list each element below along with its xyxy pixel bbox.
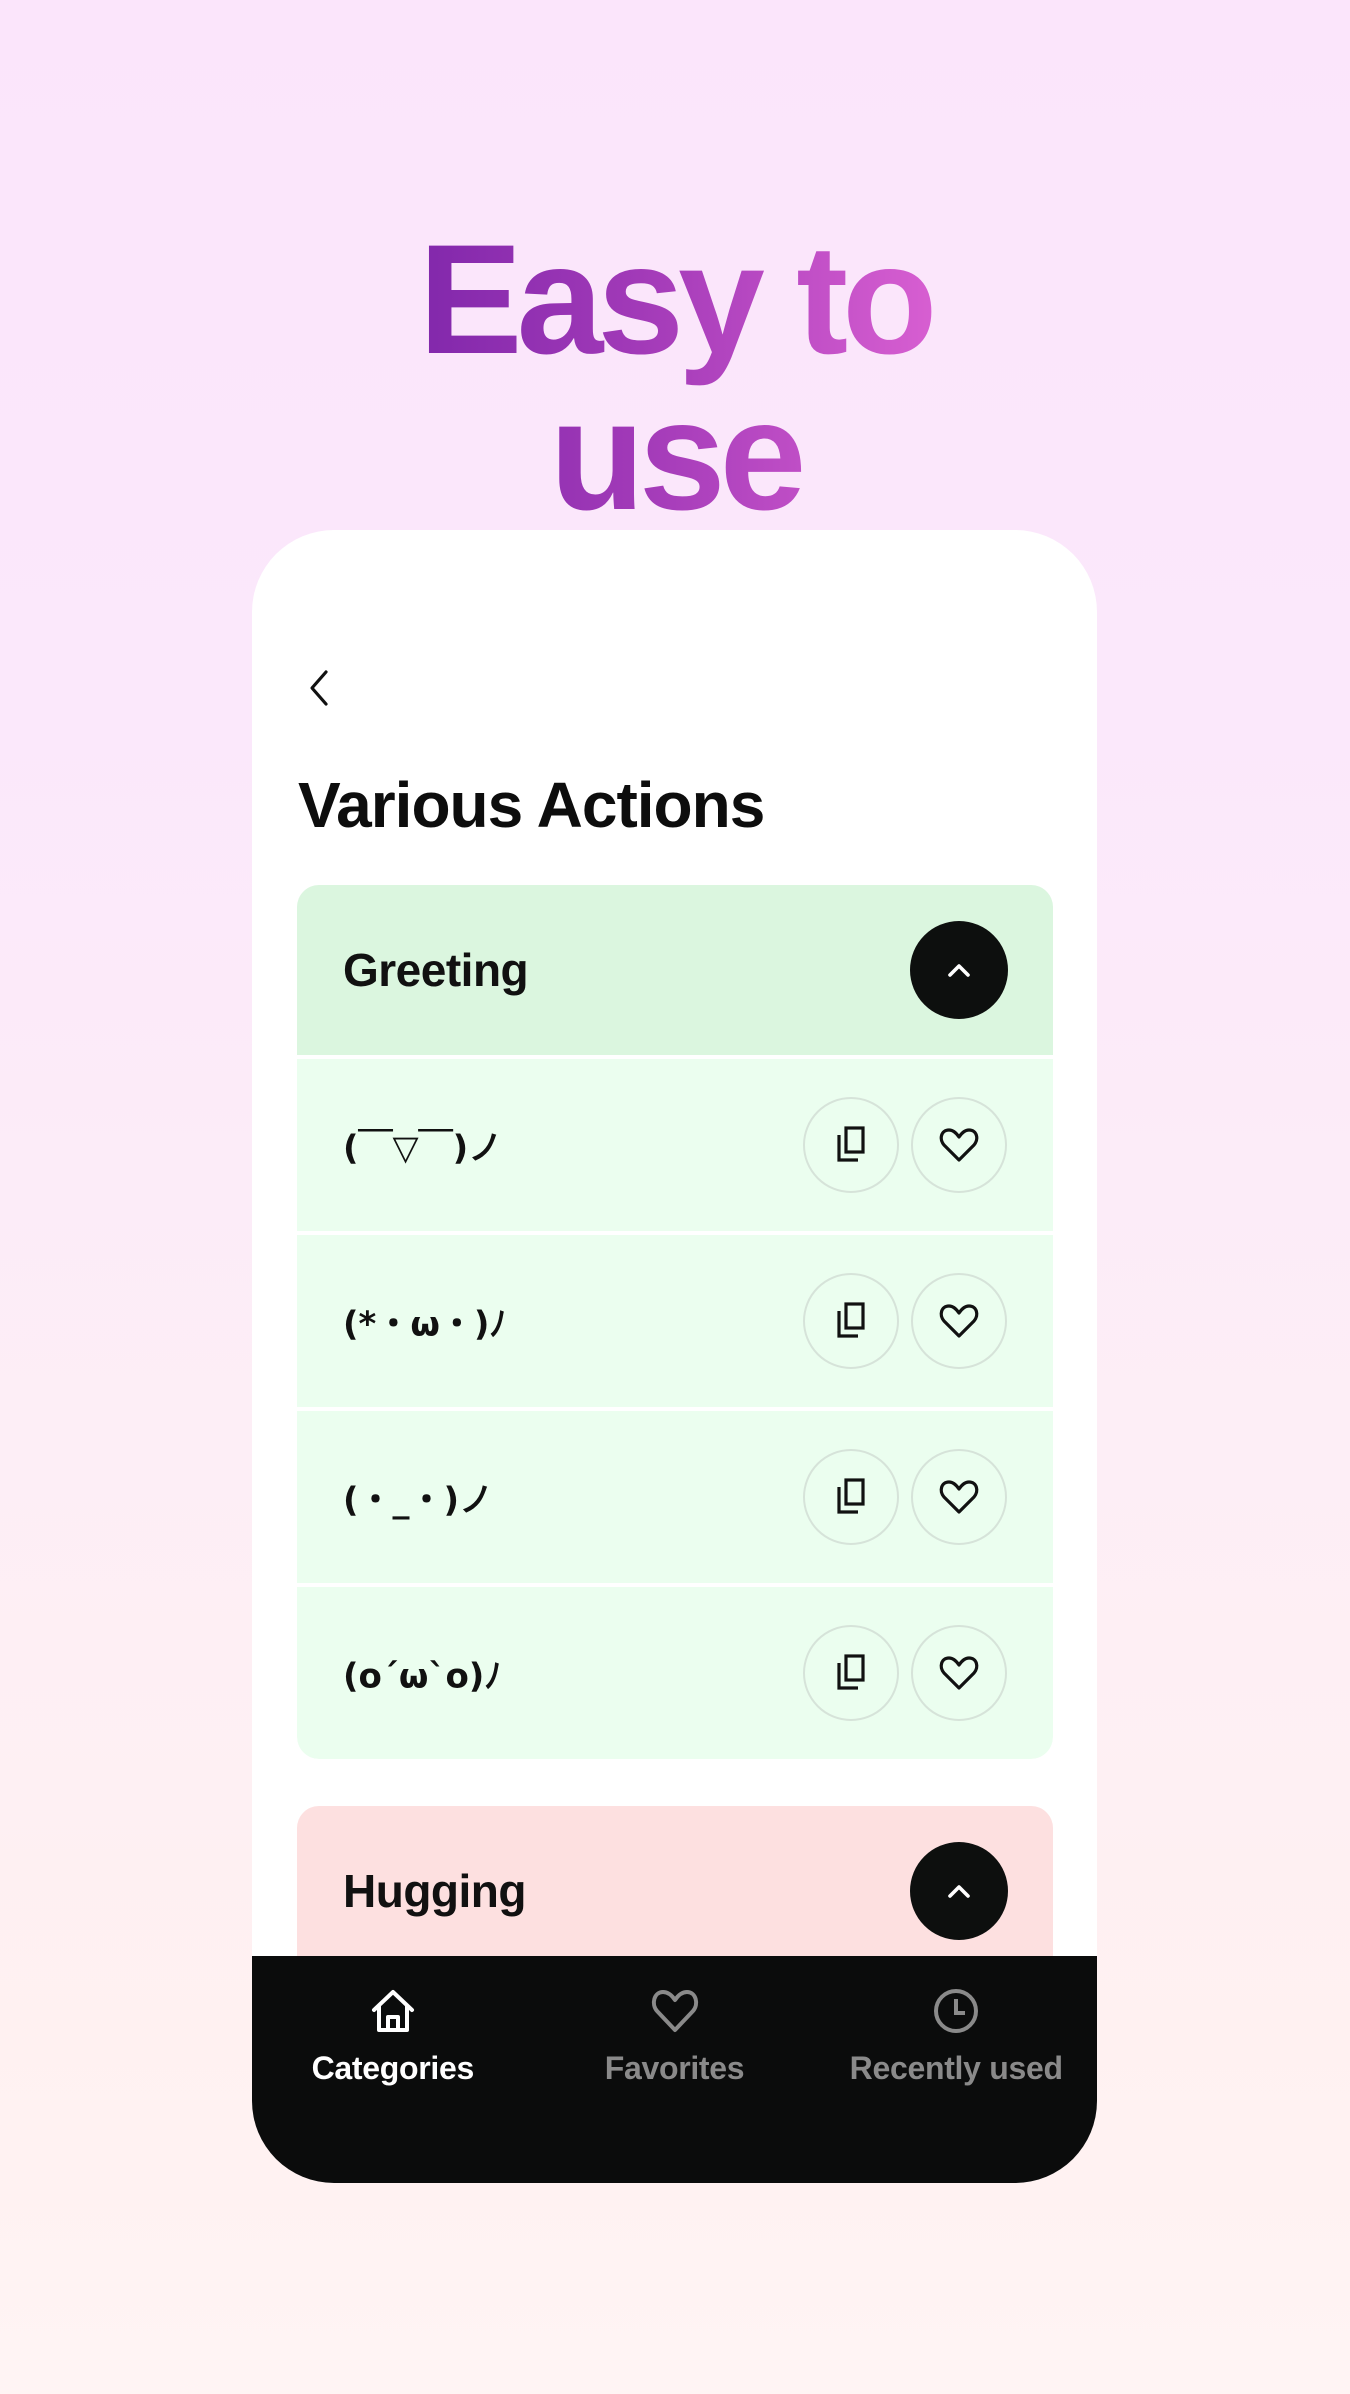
- nav-item-recently-used[interactable]: Recently used: [815, 1956, 1097, 2183]
- phone-screen: Various Actions Greeting (￣▽￣)ノ (*・ω・)ﾉ …: [252, 530, 1097, 2183]
- favorite-button[interactable]: [911, 1449, 1007, 1545]
- copy-button[interactable]: [803, 1097, 899, 1193]
- favorite-button[interactable]: [911, 1625, 1007, 1721]
- chevron-left-icon: [310, 670, 328, 706]
- kaomoji-row: (・_・)ノ: [297, 1411, 1053, 1583]
- copy-icon: [837, 1126, 865, 1162]
- section-header[interactable]: Greeting: [297, 885, 1053, 1055]
- home-icon: [371, 1990, 414, 2032]
- back-button[interactable]: [302, 666, 342, 710]
- copy-icon: [837, 1478, 865, 1514]
- clock-icon: [934, 1989, 979, 2033]
- section-header[interactable]: Hugging: [297, 1806, 1053, 1976]
- copy-button[interactable]: [803, 1273, 899, 1369]
- nav-label: Favorites: [604, 2050, 745, 2086]
- copy-icon: [837, 1654, 865, 1690]
- nav-label: Categories: [311, 2050, 475, 2086]
- page-title: Various Actions: [298, 769, 765, 841]
- kaomoji-text: (o´ω`o)ﾉ: [343, 1656, 502, 1697]
- copy-button[interactable]: [803, 1449, 899, 1545]
- kaomoji-row: (￣▽￣)ノ: [297, 1059, 1053, 1231]
- nav-item-categories[interactable]: Categories: [252, 1956, 534, 2183]
- section-title: Greeting: [343, 944, 529, 996]
- hero-title: Easy to use: [325, 222, 1025, 534]
- heart-icon: [939, 1656, 979, 1690]
- nav-label: Recently used: [849, 2050, 1063, 2086]
- heart-icon: [939, 1480, 979, 1514]
- nav-item-favorites[interactable]: Favorites: [534, 1956, 816, 2183]
- section-title: Hugging: [343, 1865, 527, 1917]
- heart-icon: [939, 1128, 979, 1162]
- kaomoji-row: (o´ω`o)ﾉ: [297, 1587, 1053, 1759]
- kaomoji-text: (￣▽￣)ノ: [343, 1128, 503, 1169]
- chevron-up-icon: [948, 1885, 970, 1898]
- favorite-button[interactable]: [911, 1097, 1007, 1193]
- kaomoji-text: (*・ω・)ﾉ: [343, 1304, 507, 1345]
- copy-button[interactable]: [803, 1625, 899, 1721]
- favorite-button[interactable]: [911, 1273, 1007, 1369]
- category-section-greeting: Greeting (￣▽￣)ノ (*・ω・)ﾉ (・_・)ノ (o´ω`o)ﾉ: [297, 885, 1053, 1759]
- chevron-up-icon: [948, 964, 970, 977]
- heart-icon: [651, 1990, 698, 2032]
- copy-icon: [837, 1302, 865, 1338]
- kaomoji-row: (*・ω・)ﾉ: [297, 1235, 1053, 1407]
- kaomoji-text: (・_・)ノ: [343, 1480, 494, 1521]
- bottom-navigation: Categories Favorites Recently used: [252, 1956, 1097, 2183]
- heart-icon: [939, 1304, 979, 1338]
- collapse-button[interactable]: [910, 1842, 1008, 1940]
- collapse-button[interactable]: [910, 921, 1008, 1019]
